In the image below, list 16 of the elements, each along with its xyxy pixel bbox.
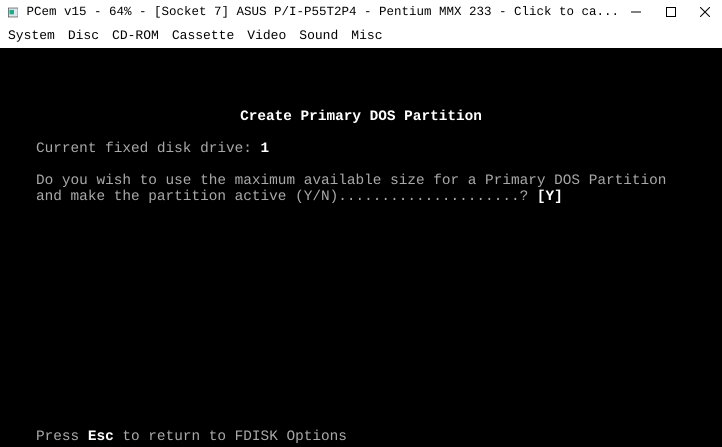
screen-heading: Create Primary DOS Partition	[240, 109, 482, 125]
close-icon	[700, 7, 710, 17]
menu-item[interactable]: System	[4, 26, 59, 46]
menu-item[interactable]: CD-ROM	[108, 26, 163, 46]
app-icon	[8, 6, 18, 18]
window-title: PCem v15 - 64% - [Socket 7] ASUS P/I-P55T2P4 - Pentium MMX 233 - Click to ca...	[26, 4, 620, 21]
footer-hint: Press Esc to return to FDISK Options	[36, 429, 347, 445]
screen-text: Current fixed disk drive: 1	[36, 141, 270, 157]
screen-text: and make the partition active (Y/N).....................? [Y]	[36, 189, 563, 205]
maximize-icon	[666, 7, 676, 17]
menu-item[interactable]: Disc	[64, 26, 104, 46]
menu-item[interactable]: Cassette	[168, 26, 238, 46]
menu-item[interactable]: Misc	[347, 26, 387, 46]
menu-item[interactable]: Video	[243, 26, 290, 46]
menu-item[interactable]: Sound	[295, 26, 342, 46]
screen-text: Do you wish to use the maximum available size for a Primary DOS Partition	[36, 173, 666, 189]
